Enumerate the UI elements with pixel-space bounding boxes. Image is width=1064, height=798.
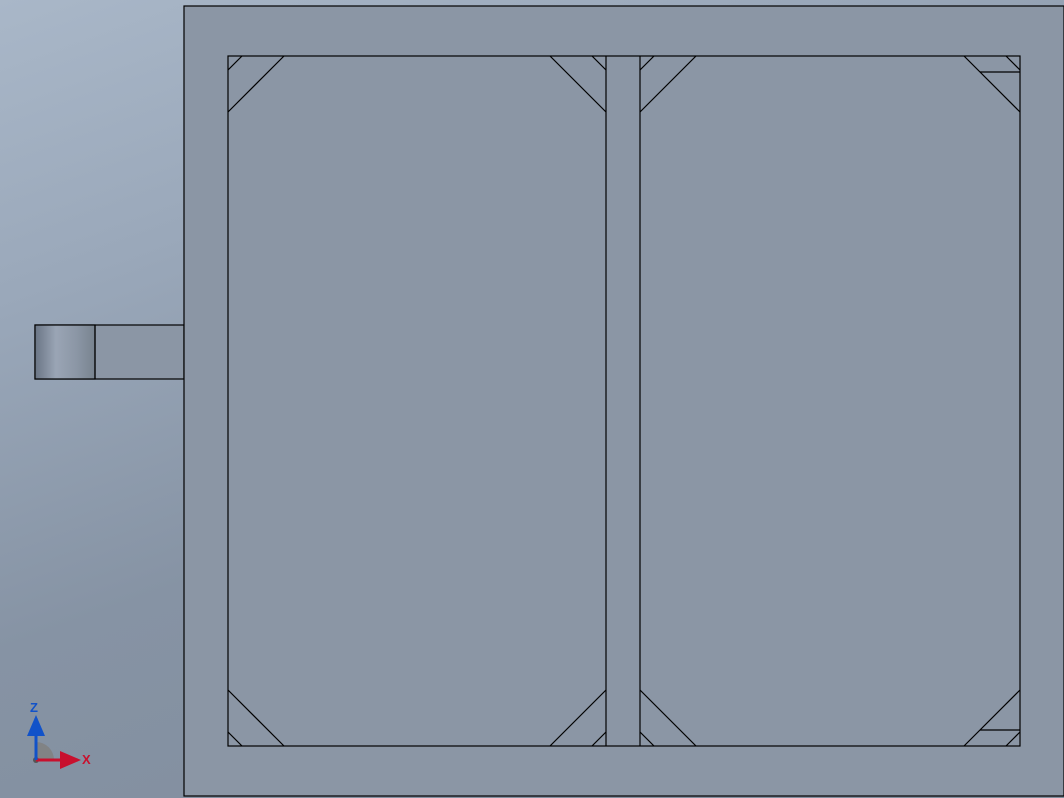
shaft-assembly <box>35 325 184 379</box>
x-axis-label: X <box>82 752 91 767</box>
shaft-cap <box>35 325 95 379</box>
model-canvas[interactable] <box>0 0 1064 798</box>
z-axis-label: Z <box>30 700 38 715</box>
cad-viewport[interactable]: X Z <box>0 0 1064 798</box>
inner-recess <box>228 56 1020 746</box>
axis-triad[interactable]: X Z <box>16 694 106 784</box>
triad-origin-icon <box>36 742 54 760</box>
